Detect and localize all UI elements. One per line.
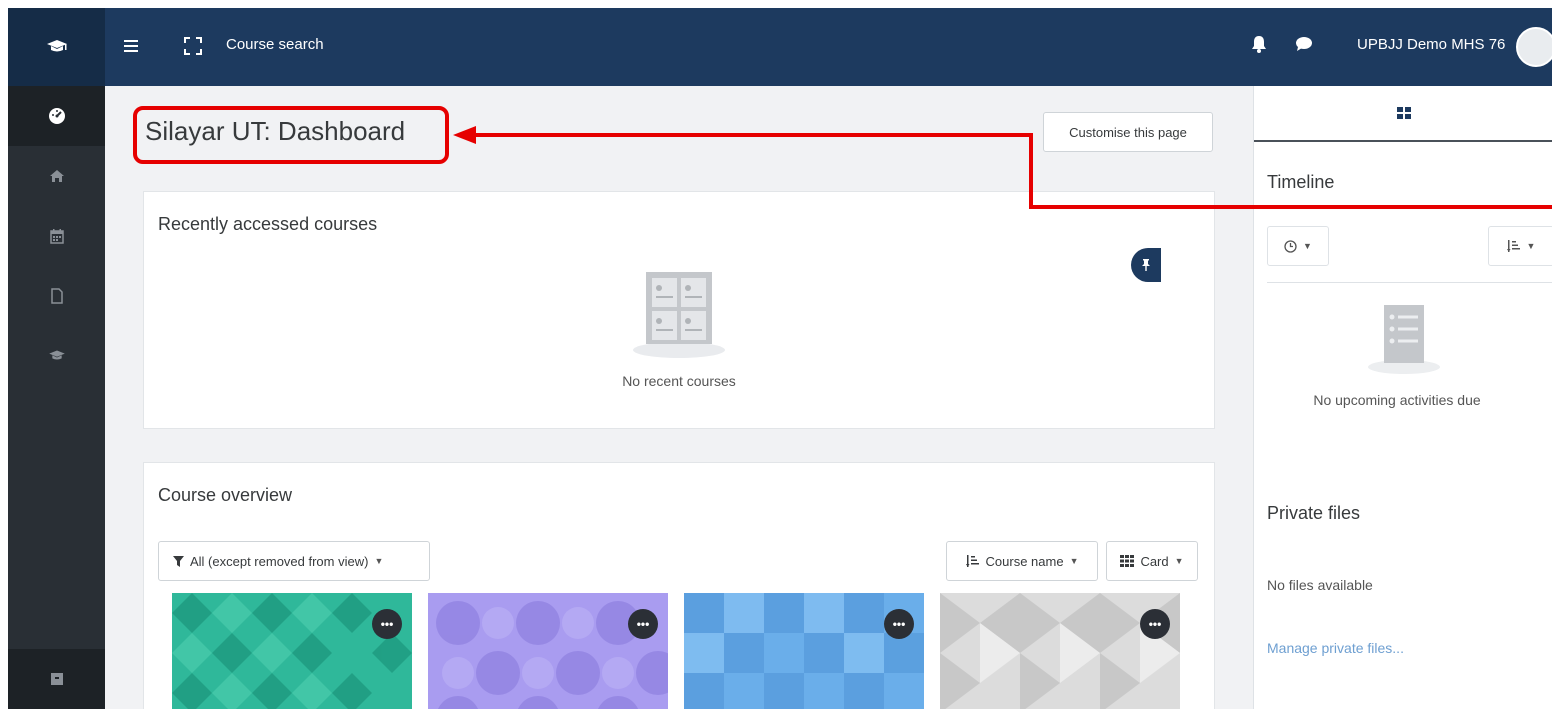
customise-page-button[interactable]: Customise this page [1043, 112, 1213, 152]
graduation-cap-icon [48, 350, 65, 360]
course-actions-button[interactable]: ••• [628, 609, 658, 639]
annotation-highlight-box [133, 106, 449, 164]
messages-button[interactable] [1295, 36, 1313, 57]
sidebar-item-my-courses[interactable] [8, 326, 105, 386]
chevron-down-icon: ▼ [1526, 241, 1536, 251]
menu-toggle-button[interactable] [120, 35, 142, 57]
course-view-label: Card [1140, 553, 1169, 569]
course-overview-title: Course overview [158, 485, 293, 505]
right-block-drawer: Timeline ▼ ▼ No upcoming activities due … [1253, 86, 1552, 709]
sidebar-item-files[interactable] [8, 266, 105, 326]
grid-view-icon [1120, 555, 1135, 567]
recent-courses-title: Recently accessed courses [158, 214, 378, 234]
chevron-down-icon: ▼ [1069, 556, 1079, 566]
sort-icon [965, 555, 979, 567]
expand-icon [184, 37, 202, 55]
user-menu[interactable]: UPBJJ Demo MHS 76 [1357, 36, 1505, 53]
no-courses-illustration [629, 266, 729, 362]
calendar-icon [49, 229, 64, 244]
pin-icon [1142, 259, 1150, 271]
app-window: Course search UPBJJ Demo MHS 76 Silayar … [8, 8, 1552, 709]
course-actions-button[interactable]: ••• [1140, 609, 1170, 639]
timeline-sort-dropdown[interactable]: ▼ [1488, 226, 1552, 266]
timeline-title: Timeline [1267, 172, 1335, 192]
notifications-button[interactable] [1251, 35, 1267, 58]
hamburger-icon [124, 40, 138, 52]
no-recent-courses-text: No recent courses [622, 373, 736, 389]
left-nav-drawer [8, 86, 105, 709]
private-files-title: Private files [1267, 503, 1361, 523]
clock-icon [1284, 239, 1297, 253]
file-icon [50, 288, 63, 304]
course-card[interactable]: ••• [940, 593, 1180, 709]
chevron-down-icon: ▼ [1174, 556, 1184, 566]
manage-private-files-link[interactable]: Manage private files... [1267, 640, 1404, 656]
sidebar-item-home[interactable] [8, 146, 105, 206]
sidebar-item-dashboard[interactable] [8, 86, 105, 146]
site-logo[interactable] [8, 8, 105, 86]
bell-icon [1252, 36, 1266, 53]
course-image-pattern [940, 593, 1180, 709]
course-filter-label: All (except removed from view) [190, 553, 369, 569]
chevron-down-icon: ▼ [1303, 241, 1312, 251]
recent-courses-block: Recently accessed courses No recent cour… [143, 191, 1215, 429]
course-sort-dropdown[interactable]: Course name ▼ [946, 541, 1098, 581]
dashboard-icon [48, 108, 65, 124]
course-overview-block: Course overview All (except removed from… [143, 462, 1215, 709]
fullscreen-button[interactable] [180, 33, 206, 59]
blocks-grid-icon [1396, 107, 1411, 119]
course-image-pattern [172, 593, 412, 709]
course-sort-label: Course name [985, 553, 1064, 569]
top-navbar: Course search UPBJJ Demo MHS 76 [8, 8, 1552, 86]
home-icon [49, 170, 64, 182]
course-card[interactable]: ••• [428, 593, 668, 709]
course-view-dropdown[interactable]: Card ▼ [1106, 541, 1198, 581]
sidebar-item-bottom[interactable] [8, 649, 105, 709]
sort-icon [1506, 240, 1520, 252]
timeline-filter-dropdown[interactable]: ▼ [1267, 226, 1329, 266]
course-search-link[interactable]: Course search [226, 36, 324, 53]
course-card[interactable]: ••• [684, 593, 924, 709]
chevron-down-icon: ▼ [374, 556, 384, 566]
graduation-cap-icon [46, 40, 67, 52]
course-actions-button[interactable]: ••• [884, 609, 914, 639]
course-image-pattern [684, 593, 924, 709]
divider [1267, 282, 1552, 283]
filter-icon [173, 555, 184, 567]
pin-drawer-button[interactable] [1131, 248, 1161, 282]
no-activities-illustration [1366, 301, 1442, 377]
chat-bubble-icon [1296, 37, 1312, 51]
main-region: Silayar UT: Dashboard Customise this pag… [105, 86, 1253, 709]
course-actions-button[interactable]: ••• [372, 609, 402, 639]
course-image-pattern [428, 593, 668, 709]
course-filter-dropdown[interactable]: All (except removed from view) ▼ [158, 541, 430, 581]
tab-blocks[interactable] [1254, 86, 1552, 142]
no-files-text: No files available [1267, 577, 1373, 593]
no-activities-text: No upcoming activities due [1313, 392, 1481, 408]
sidebar-item-calendar[interactable] [8, 206, 105, 266]
course-card[interactable]: ••• [172, 593, 412, 709]
avatar[interactable] [1516, 27, 1552, 67]
archive-icon [50, 673, 63, 685]
